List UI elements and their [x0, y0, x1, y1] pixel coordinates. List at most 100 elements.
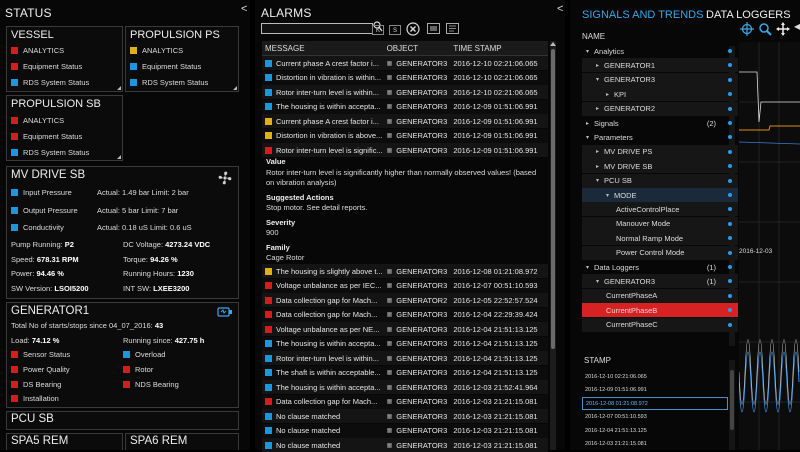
resize-corner-icon: [233, 86, 237, 90]
alarm-row[interactable]: The housing is slightly above t... ▦ GENER…: [262, 264, 548, 278]
more-options-icon[interactable]: ◂: [794, 19, 800, 33]
crosshair-icon[interactable]: [740, 22, 754, 36]
resize-corner-icon: [117, 86, 121, 90]
tree-item[interactable]: Power Control Mode: [582, 245, 738, 260]
expand-arrow-icon[interactable]: ▾: [606, 192, 609, 199]
alarm-row[interactable]: Rotor inter-turn level is within... ▦ GENE…: [262, 85, 548, 99]
expand-arrow-icon[interactable]: ▸: [606, 91, 609, 98]
tree-item[interactable]: CurrentPhaseA: [582, 288, 738, 303]
tree-item[interactable]: ▸ GENERATOR2: [582, 101, 738, 116]
expand-arrow-icon[interactable]: ▾: [596, 278, 599, 285]
report-icon[interactable]: [446, 23, 459, 34]
alarm-row[interactable]: Voltage unbalance as per NE... ▦ GENERATOR…: [262, 322, 548, 336]
tree-item[interactable]: ▾ Data Loggers (1): [582, 260, 738, 274]
expand-arrow-icon[interactable]: ▾: [596, 177, 599, 184]
alarm-row[interactable]: Data collection gap for Mach... ▦ GENERATO…: [262, 394, 548, 409]
tree-item[interactable]: ▸ KPI: [582, 87, 738, 102]
stamp-row[interactable]: 2016-12-07 00:51:10.593: [582, 411, 728, 424]
tree-item[interactable]: CurrentPhaseB: [582, 303, 738, 318]
stamp-row[interactable]: 2016-12-08 01:21:08.972: [582, 397, 728, 410]
expand-arrow-icon[interactable]: ▾: [586, 48, 589, 55]
tree-item[interactable]: ActiveControlPlace: [582, 202, 738, 217]
stamp-row[interactable]: 2016-12-09 01:51:06.991: [582, 384, 728, 397]
trend-chart[interactable]: 2016-12-03: [739, 42, 800, 450]
alarm-row[interactable]: The housing is within accepta... ▦ GENERAT…: [262, 336, 548, 351]
column-message[interactable]: MESSAGE: [262, 44, 387, 53]
column-timestamp[interactable]: TIME STAMP: [453, 44, 548, 53]
alarm-row[interactable]: No clause matched ▦ GENERATOR3 2016-12-03 2…: [262, 423, 548, 438]
expand-arrow-icon[interactable]: ▸: [596, 105, 599, 112]
pan-icon[interactable]: [776, 22, 790, 36]
output-pressure-metric: Output Pressure Actual: 5 bar Limit: 7 ba…: [11, 206, 178, 215]
key-filter-button[interactable]: K: [372, 25, 384, 35]
expand-arrow-icon[interactable]: ▸: [596, 148, 599, 155]
tab-signals-and-trends[interactable]: SIGNALS AND TRENDS: [582, 9, 703, 21]
expand-arrow-icon[interactable]: ▾: [586, 134, 589, 141]
alarm-message: No clause matched: [262, 426, 387, 435]
alarm-row[interactable]: Distortion in vibration is within... ▦ GEN…: [262, 70, 548, 85]
alarms-collapse-button[interactable]: <: [557, 3, 563, 15]
tree-item[interactable]: ▸ MV DRIVE SB: [582, 159, 738, 174]
alarm-row[interactable]: Data collection gap for Mach... ▦ GENERATO…: [262, 307, 548, 322]
tree-item[interactable]: Normal Ramp Mode: [582, 231, 738, 246]
severity-indicator: [265, 398, 272, 405]
mv-drive-sb-card[interactable]: MV DRIVE SB Input Pressure Actual: 1.49 b…: [6, 166, 239, 299]
tree-item[interactable]: ▾ GENERATOR3 (1): [582, 274, 738, 289]
vessel-card[interactable]: VESSEL ANALYTICS Equipment Status RDS Sy…: [6, 26, 123, 92]
export-icon[interactable]: [427, 23, 440, 34]
alarm-row[interactable]: Current phase A crest factor i... ▦ GENERA…: [262, 114, 548, 128]
alarm-row[interactable]: Current phase A crest factor i... ▦ GENERA…: [262, 56, 548, 70]
zoom-icon[interactable]: [758, 22, 772, 36]
tree-item[interactable]: ▾ MODE: [582, 188, 738, 202]
tab-data-loggers[interactable]: DATA LOGGERS: [706, 9, 791, 21]
clear-icon[interactable]: [406, 22, 420, 36]
alarm-row[interactable]: Distortion in vibration is above... ▦ GENE…: [262, 128, 548, 143]
alarm-message: Data collection gap for Mach...: [262, 296, 387, 305]
tree-item[interactable]: ▸ GENERATOR1: [582, 58, 738, 73]
item-count: (1): [706, 276, 716, 286]
tree-item[interactable]: Manouver Mode: [582, 216, 738, 231]
alarm-message: Rotor inter-turn level is within...: [262, 88, 387, 97]
scroll-up-arrow[interactable]: [550, 42, 556, 46]
stamp-scrollbar[interactable]: [729, 360, 735, 450]
alarm-row[interactable]: The housing is within accepta... ▦ GENERAT…: [262, 99, 548, 114]
stamp-row[interactable]: 2016-12-10 02:21:06.065: [582, 370, 728, 383]
alarm-row[interactable]: Rotor inter-turn level is signific... ▦ GE…: [262, 143, 548, 157]
item-count: (1): [706, 262, 716, 272]
alarm-search-input[interactable]: [261, 23, 373, 34]
tree-item[interactable]: ▾ Analytics: [582, 44, 738, 58]
expand-arrow-icon[interactable]: ▸: [586, 120, 589, 127]
expand-arrow-icon[interactable]: ▾: [586, 264, 589, 271]
alarm-row[interactable]: Rotor inter-turn level is within... ▦ GENE…: [262, 351, 548, 365]
scrollbar-thumb[interactable]: [551, 49, 555, 349]
tree-item[interactable]: ▾ PCU SB: [582, 173, 738, 188]
stamp-row[interactable]: 2016-12-03 21:21:15.081: [582, 438, 728, 451]
sort-button[interactable]: S: [389, 25, 401, 35]
alarm-row[interactable]: Voltage unbalance as per IEC... ▦ GENERATO…: [262, 278, 548, 293]
pcu-sb-card[interactable]: PCU SB: [6, 411, 239, 430]
tree-item[interactable]: ▸ Signals (2): [582, 116, 738, 130]
alarm-row[interactable]: Data collection gap for Mach... ▦ GENERATO…: [262, 293, 548, 307]
generator1-card[interactable]: GENERATOR1 Total No of starts/stops sinc…: [6, 302, 239, 408]
tree-item[interactable]: ▾ GENERATOR3: [582, 72, 738, 87]
severity-indicator: [265, 267, 272, 275]
expand-arrow-icon[interactable]: ▸: [596, 163, 599, 170]
stamp-row[interactable]: 2016-12-04 21:51:13.125: [582, 424, 728, 437]
spa5-rem-card[interactable]: SPA5 REM: [6, 433, 123, 450]
spa6-rem-card[interactable]: SPA6 REM: [125, 433, 239, 450]
alarm-row[interactable]: No clause matched ▦ GENERATOR3 2016-12-03 2…: [262, 409, 548, 423]
tree-item[interactable]: ▾ Parameters: [582, 130, 738, 144]
alarms-scrollbar[interactable]: [550, 41, 556, 450]
tree-item[interactable]: ▸ MV DRIVE PS: [582, 144, 738, 159]
expand-arrow-icon[interactable]: ▾: [596, 76, 599, 83]
stamp-scrollbar-thumb[interactable]: [730, 370, 734, 430]
alarm-row[interactable]: The housing is within accepta... ▦ GENERAT…: [262, 380, 548, 394]
propulsion-ps-card[interactable]: PROPULSION PS ANALYTICS Equipment Status…: [125, 26, 239, 92]
column-object[interactable]: OBJECT: [387, 44, 454, 53]
propulsion-sb-card[interactable]: PROPULSION SB ANALYTICS Equipment Status…: [6, 95, 123, 161]
alarm-row[interactable]: The shaft is within acceptable... ▦ GENERA…: [262, 365, 548, 380]
alarm-object: ▦ GENERATOR3: [386, 87, 448, 97]
tree-item[interactable]: CurrentPhaseC: [582, 317, 738, 332]
status-collapse-button[interactable]: <: [241, 3, 247, 15]
expand-arrow-icon[interactable]: ▸: [596, 62, 599, 69]
